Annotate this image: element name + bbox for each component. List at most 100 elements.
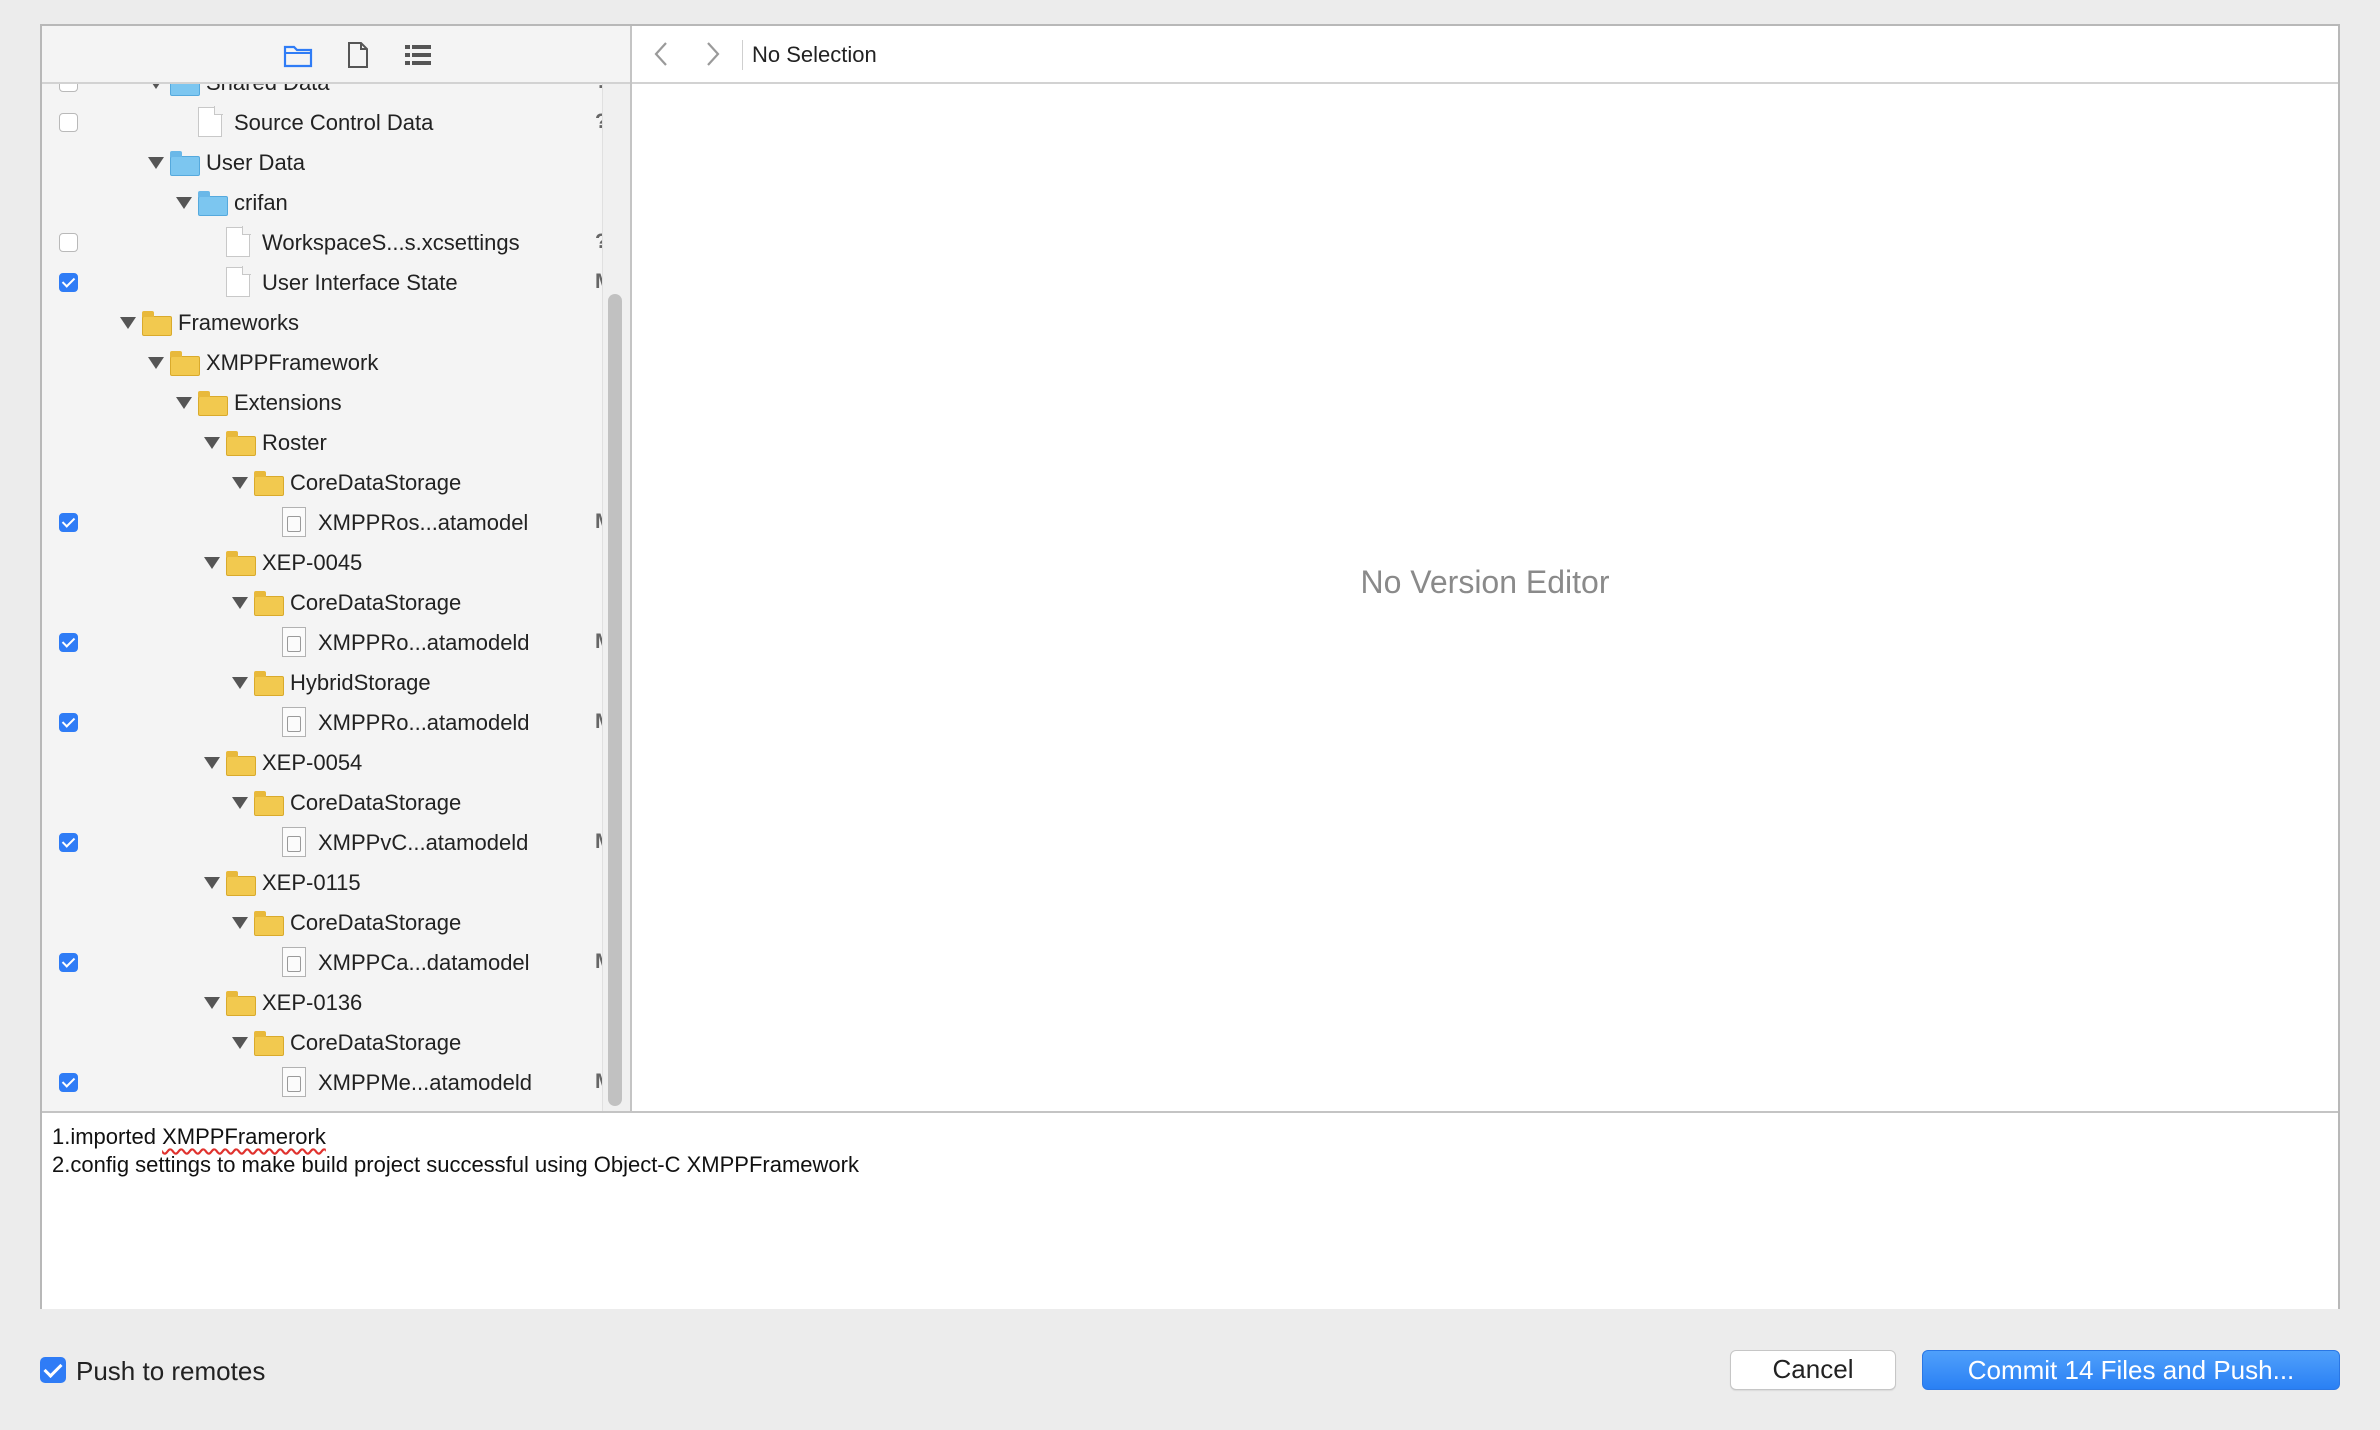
tree-row[interactable]: XEP-0136 xyxy=(42,982,602,1022)
forward-chevron-icon[interactable] xyxy=(698,40,728,70)
tree-row-label: CoreDataStorage xyxy=(290,590,462,615)
push-to-remotes-label[interactable]: Push to remotes xyxy=(76,1356,265,1387)
disclosure-triangle-icon[interactable] xyxy=(176,397,192,409)
disclosure-triangle-icon[interactable] xyxy=(120,317,136,329)
scm-status-badge: M xyxy=(595,630,602,654)
disclosure-triangle-icon[interactable] xyxy=(232,797,248,809)
commit-message-textarea[interactable]: 1.imported XMPPFramerork 2.config settin… xyxy=(42,1111,2338,1309)
include-file-checkbox[interactable] xyxy=(59,953,78,972)
disclosure-triangle-icon[interactable] xyxy=(176,197,192,209)
tree-row-label: XMPPMe...atamodeld xyxy=(318,1070,532,1095)
include-file-checkbox[interactable] xyxy=(59,273,78,292)
folder-icon xyxy=(142,311,172,336)
disclosure-triangle-icon[interactable] xyxy=(204,757,220,769)
disclosure-triangle-icon[interactable] xyxy=(232,917,248,929)
disclosure-triangle-icon[interactable] xyxy=(232,1037,248,1049)
tree-row[interactable]: XEP-0054 xyxy=(42,742,602,782)
disclosure-triangle-icon[interactable] xyxy=(204,997,220,1009)
scm-status-badge: ? xyxy=(595,84,602,94)
scm-status-badge: M xyxy=(595,830,602,854)
tree-row[interactable]: XEP-0115 xyxy=(42,862,602,902)
tree-row-label: Frameworks xyxy=(178,310,300,335)
tree-row[interactable]: CoreDataStorage xyxy=(42,582,602,622)
tree-row[interactable]: WorkspaceS...s.xcsettings? xyxy=(42,222,602,262)
file-icon xyxy=(226,266,251,297)
folder-icon xyxy=(226,751,256,776)
back-chevron-icon[interactable] xyxy=(646,40,676,70)
misspelled-word: XMPPFramerork xyxy=(162,1124,326,1149)
folder-icon xyxy=(170,351,200,376)
tree-row-label: User Interface State xyxy=(262,270,458,295)
disclosure-triangle-icon[interactable] xyxy=(232,677,248,689)
file-icon xyxy=(226,226,251,257)
tree-row[interactable]: CoreDataStorage xyxy=(42,782,602,822)
tree-row[interactable]: CoreDataStorage xyxy=(42,902,602,942)
tree-row[interactable]: XMPPFramework xyxy=(42,342,602,382)
scm-status-badge: M xyxy=(595,510,602,534)
tree-row-label: XMPPCa...datamodel xyxy=(318,950,530,975)
commit-and-push-button[interactable]: Commit 14 Files and Push... xyxy=(1922,1350,2340,1390)
tree-row[interactable]: XMPPRos...atamodel M xyxy=(42,502,602,542)
file-icon[interactable] xyxy=(342,40,374,70)
tree-row[interactable]: XMPPCa...datamodel M xyxy=(42,942,602,982)
tree-row[interactable]: Frameworks xyxy=(42,302,602,342)
tree-row[interactable]: XMPPvC...atamodeld M xyxy=(42,822,602,862)
list-icon[interactable] xyxy=(402,40,434,70)
include-file-checkbox[interactable] xyxy=(59,113,78,132)
disclosure-triangle-icon[interactable] xyxy=(204,877,220,889)
disclosure-triangle-icon[interactable] xyxy=(232,597,248,609)
selection-label: No Selection xyxy=(752,42,877,67)
disclosure-triangle-icon[interactable] xyxy=(148,157,164,169)
tree-row[interactable]: CoreDataStorage xyxy=(42,462,602,502)
tree-row[interactable]: XMPPRo...atamodeld M xyxy=(42,702,602,742)
include-file-checkbox[interactable] xyxy=(59,833,78,852)
version-editor-pane: No Selection No Version Editor xyxy=(632,26,2338,1111)
tree-row[interactable]: XMPPMe...atamodeld M xyxy=(42,1062,602,1102)
navigator-scrollbar-thumb[interactable] xyxy=(608,294,622,1106)
tree-row[interactable]: CoreDataStorage xyxy=(42,1022,602,1062)
tree-row[interactable]: Roster xyxy=(42,422,602,462)
tree-row[interactable]: User Data xyxy=(42,142,602,182)
tree-row-label: User Data xyxy=(206,150,306,175)
tree-row[interactable]: Source Control Data? xyxy=(42,102,602,142)
disclosure-triangle-icon[interactable] xyxy=(148,357,164,369)
tree-row[interactable]: XEP-0045 xyxy=(42,542,602,582)
scm-status-badge: M xyxy=(595,950,602,974)
tree-row[interactable]: Shared Data? xyxy=(42,84,602,102)
include-file-checkbox[interactable] xyxy=(59,84,78,92)
toolbar-divider xyxy=(742,40,743,70)
include-file-checkbox[interactable] xyxy=(59,233,78,252)
tree-row[interactable]: crifan xyxy=(42,182,602,222)
folder-icon xyxy=(226,991,256,1016)
tree-row[interactable]: User Interface State M xyxy=(42,262,602,302)
folder-icon xyxy=(254,671,284,696)
tree-row-label: XMPPFramework xyxy=(206,350,379,375)
include-file-checkbox[interactable] xyxy=(59,1073,78,1092)
file-icon xyxy=(198,106,223,137)
folder-icon[interactable] xyxy=(282,40,314,70)
disclosure-triangle-icon[interactable] xyxy=(204,437,220,449)
tree-row-label: XMPPRo...atamodeld xyxy=(318,630,530,655)
include-file-checkbox[interactable] xyxy=(59,513,78,532)
tree-row[interactable]: XMPPRo...atamodeld M xyxy=(42,622,602,662)
tree-row[interactable]: HybridStorage xyxy=(42,662,602,702)
tree-row-label: WorkspaceS...s.xcsettings xyxy=(262,230,520,255)
file-navigator: Shared Data?Source Control Data?User Dat… xyxy=(42,26,632,1111)
push-to-remotes-checkbox[interactable] xyxy=(40,1357,66,1383)
tree-row-label: Shared Data xyxy=(206,84,330,96)
folder-icon xyxy=(254,1031,284,1056)
include-file-checkbox[interactable] xyxy=(59,633,78,652)
disclosure-triangle-icon[interactable] xyxy=(148,84,164,89)
scm-status-badge: ? xyxy=(595,230,602,254)
commit-sheet: Shared Data?Source Control Data?User Dat… xyxy=(40,24,2340,1309)
tree-row-label: XEP-0136 xyxy=(262,990,363,1015)
tree-row-label: CoreDataStorage xyxy=(290,470,462,495)
tree-row[interactable]: Extensions xyxy=(42,382,602,422)
disclosure-triangle-icon[interactable] xyxy=(232,477,248,489)
folder-icon xyxy=(198,191,228,216)
cancel-button[interactable]: Cancel xyxy=(1730,1350,1896,1390)
tree-row-label: CoreDataStorage xyxy=(290,910,462,935)
commit-message-line-1: 1.imported XMPPFramerork xyxy=(52,1124,326,1149)
disclosure-triangle-icon[interactable] xyxy=(204,557,220,569)
include-file-checkbox[interactable] xyxy=(59,713,78,732)
